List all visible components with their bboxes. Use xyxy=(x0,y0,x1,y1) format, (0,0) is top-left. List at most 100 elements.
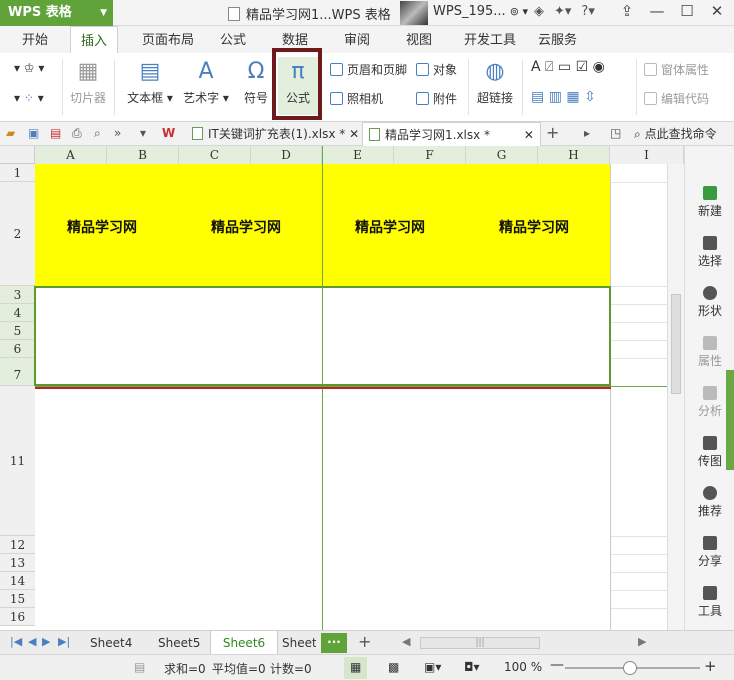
selected-range[interactable] xyxy=(34,286,611,386)
symbol-button[interactable]: Ω 符号 xyxy=(238,59,274,106)
row-header-7[interactable]: 7 xyxy=(0,358,35,386)
add-sheet-icon[interactable]: + xyxy=(358,632,371,651)
new-tab-icon[interactable]: + xyxy=(546,123,559,142)
prev-sheet-icon[interactable]: ◀ xyxy=(28,635,36,648)
combo-control-icon[interactable]: ▥ xyxy=(549,89,562,105)
more-sheets-button[interactable]: ··· xyxy=(321,633,347,653)
row-header-6[interactable]: 6 xyxy=(0,340,35,358)
object-button[interactable]: 对象 xyxy=(416,61,457,78)
slicer-button[interactable]: ▦ 切片器 xyxy=(66,59,110,106)
side-share[interactable]: 分享 xyxy=(685,536,734,569)
tab-page-layout[interactable]: 页面布局 xyxy=(132,26,204,53)
sheet-tab-sheet6[interactable]: Sheet6 xyxy=(210,631,278,655)
textfield-control-icon[interactable]: ⍁ xyxy=(545,59,553,75)
tab-review[interactable]: 审阅 xyxy=(334,26,380,53)
next-sheet-icon[interactable]: ▶ xyxy=(42,635,50,648)
edit-code-button[interactable]: 编辑代码 xyxy=(644,90,709,107)
tab-formulas[interactable]: 公式 xyxy=(210,26,256,53)
zoom-slider[interactable] xyxy=(565,661,700,675)
page-layout-view-icon[interactable]: ▣▾ xyxy=(424,660,441,674)
spreadsheet-grid[interactable]: A B C D E F G H I 1 2 3 4 5 6 7 11 12 13… xyxy=(0,146,684,630)
tab-view[interactable]: 视图 xyxy=(396,26,442,53)
skin-icon[interactable]: ✦▾ xyxy=(554,4,571,19)
pdf-icon[interactable]: ▤ xyxy=(50,126,61,140)
row-header-3[interactable]: 3 xyxy=(0,286,35,304)
camera-button[interactable]: 照相机 xyxy=(330,90,383,107)
side-shape[interactable]: 形状 xyxy=(685,286,734,319)
checkbox-control-icon[interactable]: ☑ xyxy=(576,59,589,75)
wps-logo-icon[interactable]: W xyxy=(162,126,175,140)
col-header-g[interactable]: G xyxy=(466,146,538,164)
close-button[interactable]: ✕ xyxy=(702,2,732,20)
tab-cloud[interactable]: 云服务 xyxy=(528,26,587,53)
side-tools[interactable]: 工具 xyxy=(685,586,734,619)
row-header-11[interactable]: 11 xyxy=(0,386,35,536)
horizontal-scrollbar[interactable]: ||| xyxy=(420,637,540,649)
row-header-15[interactable]: 15 xyxy=(0,590,35,608)
label-control-icon[interactable]: A xyxy=(531,59,541,75)
app-menu-button[interactable]: WPS 表格 ▼ xyxy=(0,0,113,26)
tab-manage-icon[interactable]: ◳ xyxy=(610,126,621,140)
last-sheet-icon[interactable]: ▶| xyxy=(58,635,70,648)
col-header-c[interactable]: C xyxy=(179,146,251,164)
shapes-dropdown[interactable]: ▾ ♔ ▾ xyxy=(14,61,44,75)
zoom-level[interactable]: 100 % xyxy=(504,660,542,674)
open-icon[interactable]: ▰ xyxy=(6,126,15,140)
row-header-14[interactable]: 14 xyxy=(0,572,35,590)
print-icon[interactable]: ⎙ xyxy=(72,126,82,141)
tab-list-icon[interactable]: ▸ xyxy=(584,126,590,140)
scroll-left-icon[interactable]: ◀ xyxy=(402,635,410,648)
spin-control-icon[interactable]: ⇳ xyxy=(584,89,596,105)
restore-up-icon[interactable]: ⇪ xyxy=(612,2,642,20)
user-name[interactable]: WPS_195... ⊚ ▾ xyxy=(433,4,528,19)
textbox-button[interactable]: ▤ 文本框 ▾ xyxy=(124,59,176,106)
side-new[interactable]: 新建 xyxy=(685,186,734,219)
cell-h2[interactable]: 精品学习网 xyxy=(499,217,569,237)
hyperlink-button[interactable]: ◍ 超链接 xyxy=(474,59,516,106)
side-select[interactable]: 选择 xyxy=(685,236,734,269)
zoom-out-icon[interactable]: — xyxy=(550,657,564,673)
row-header-5[interactable]: 5 xyxy=(0,322,35,340)
row-header-1[interactable]: 1 xyxy=(0,164,35,182)
row-header-4[interactable]: 4 xyxy=(0,304,35,322)
side-panel-collapse-handle[interactable] xyxy=(726,370,734,470)
maximize-button[interactable]: ☐ xyxy=(672,2,702,20)
avatar[interactable] xyxy=(400,1,428,25)
smartart-dropdown[interactable]: ▾ ⁘ ▾ xyxy=(14,91,44,105)
sheet-tab-sheet4[interactable]: Sheet4 xyxy=(84,631,138,655)
form-properties-button[interactable]: 窗体属性 xyxy=(644,61,709,78)
cell-b2[interactable]: 精品学习网 xyxy=(67,217,137,237)
preview-icon[interactable]: ⌕ xyxy=(94,126,101,141)
chevron-down-icon[interactable]: ▾ xyxy=(140,126,146,140)
sync-icon[interactable]: ◈ xyxy=(534,4,544,19)
cell-f2[interactable]: 精品学习网 xyxy=(355,217,425,237)
col-header-e[interactable]: E xyxy=(322,146,394,164)
sheet-tab-partial[interactable]: Sheet xyxy=(276,631,316,655)
col-header-d[interactable]: D xyxy=(251,146,322,164)
col-header-i[interactable]: I xyxy=(610,146,684,164)
scrollbar-thumb[interactable] xyxy=(671,294,681,394)
side-properties[interactable]: 属性 xyxy=(685,336,734,369)
page-break-view-icon[interactable]: ▩ xyxy=(388,660,399,674)
close-icon[interactable]: ✕ xyxy=(349,127,359,141)
col-header-a[interactable]: A xyxy=(35,146,107,164)
select-all-corner[interactable] xyxy=(0,146,35,164)
cell-d2[interactable]: 精品学习网 xyxy=(211,217,281,237)
close-icon[interactable]: ✕ xyxy=(524,128,534,142)
doc-tab-it-keywords[interactable]: IT关键词扩充表(1).xlsx * ✕ xyxy=(186,122,365,146)
scroll-right-icon[interactable]: ▶ xyxy=(638,635,646,648)
doc-tab-jingpin[interactable]: 精品学习网1.xlsx * ✕ xyxy=(362,122,541,146)
listbox-control-icon[interactable]: ▤ xyxy=(531,89,544,105)
find-command-search[interactable]: ⌕ 点此查找命令 xyxy=(634,122,717,146)
col-header-f[interactable]: F xyxy=(394,146,466,164)
first-sheet-icon[interactable]: |◀ xyxy=(10,635,22,648)
help-icon[interactable]: ?▾ xyxy=(581,4,594,19)
row-header-13[interactable]: 13 xyxy=(0,554,35,572)
sheet-tab-sheet5[interactable]: Sheet5 xyxy=(152,631,206,655)
rect-control-icon[interactable]: ▭ xyxy=(558,59,571,75)
side-recommend[interactable]: 推荐 xyxy=(685,486,734,519)
save-icon[interactable]: ▣ xyxy=(28,126,39,140)
normal-view-icon[interactable]: ▦ xyxy=(344,657,368,679)
grid-control-icon[interactable]: ▦ xyxy=(566,89,579,105)
col-header-b[interactable]: B xyxy=(107,146,179,164)
